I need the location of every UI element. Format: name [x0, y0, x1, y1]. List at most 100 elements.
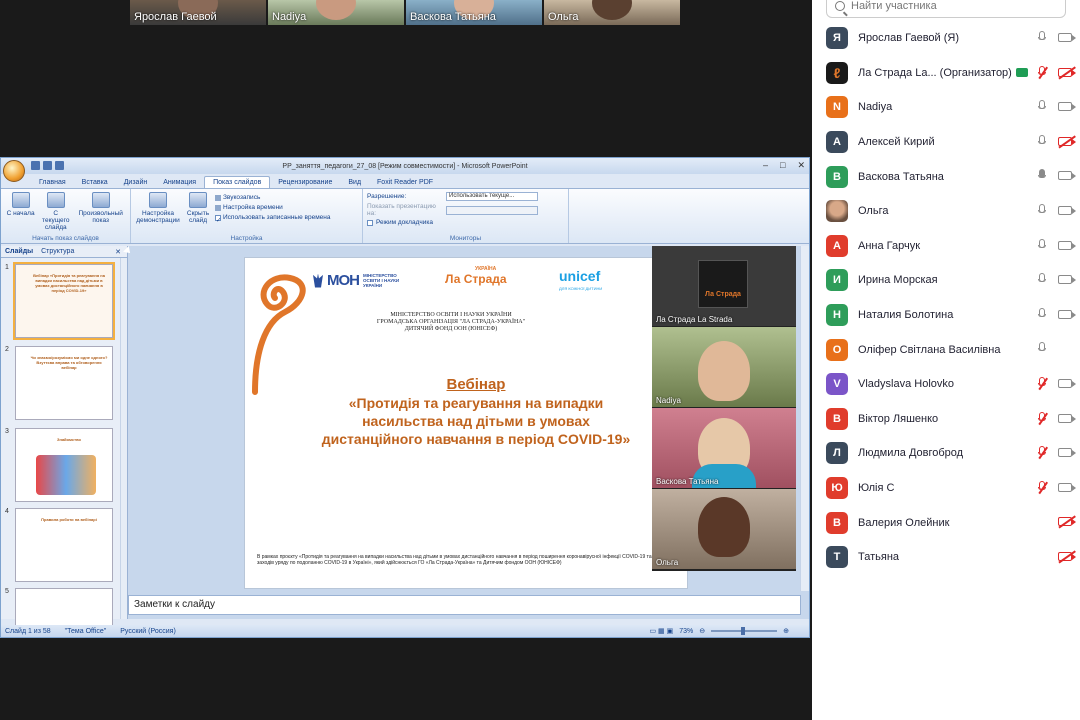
office-button[interactable] — [3, 160, 25, 182]
camera-icon[interactable] — [1058, 309, 1076, 319]
camera-off-icon[interactable] — [1058, 136, 1076, 146]
participant-row[interactable]: Ю Юлія С — [812, 471, 1080, 506]
from-start-button[interactable]: С начала — [5, 192, 36, 233]
slide-notes[interactable]: Заметки к слайду — [128, 595, 801, 615]
minimize-icon[interactable]: – — [763, 160, 768, 171]
zoom-level[interactable]: 73% — [679, 628, 693, 635]
mic-icon[interactable] — [1038, 31, 1046, 44]
gallery-tile[interactable]: Ярослав Гаевой — [130, 0, 266, 25]
tab-animation[interactable]: Анимация — [155, 177, 204, 188]
redo-icon[interactable] — [55, 161, 64, 170]
search-input[interactable]: Найти участника — [851, 0, 937, 12]
camera-icon[interactable] — [1058, 171, 1076, 181]
participant-row[interactable]: Я Ярослав Гаевой (Я) — [812, 21, 1080, 56]
mic-icon[interactable] — [1038, 100, 1046, 113]
view-buttons[interactable]: ▭ ▦ ▣ — [650, 627, 674, 635]
tab-home[interactable]: Главная — [31, 177, 74, 188]
participant-row[interactable]: Н Наталия Болотина — [812, 298, 1080, 333]
tab-view[interactable]: Вид — [340, 177, 369, 188]
tab-slides[interactable]: Слайды — [5, 248, 33, 255]
camera-icon[interactable] — [1058, 205, 1076, 215]
participant-row[interactable]: Т Татьяна — [812, 540, 1080, 575]
use-timings-checkbox[interactable]: ✓ Использовать записанные времена — [215, 214, 331, 224]
mic-muted-icon[interactable] — [1038, 411, 1046, 425]
hide-slide-button[interactable]: Скрыть слайд — [185, 192, 211, 233]
slide-scrollbar[interactable] — [800, 246, 809, 591]
shared-screen-area: Ярослав Гаевой Nadiya Васкова Татьяна Ол… — [0, 0, 812, 720]
setup-show-button[interactable]: Настройка демонстрации — [135, 192, 181, 233]
participant-row[interactable]: В Віктор Ляшенко — [812, 402, 1080, 437]
resolution-select[interactable]: Использовать текуще... — [446, 192, 538, 201]
record-narration-button[interactable]: Звукозапись — [215, 194, 331, 201]
mic-icon[interactable] — [1038, 342, 1046, 355]
participant-row[interactable]: И Ирина Морская — [812, 263, 1080, 298]
from-current-button[interactable]: С текущего слайда — [40, 192, 71, 233]
presenter-view-checkbox[interactable] — [367, 219, 373, 226]
mic-muted-icon[interactable] — [1038, 65, 1046, 79]
mic-muted-icon[interactable] — [1038, 446, 1046, 459]
video-tile[interactable]: Ла Страда Ла Страда La Strada — [652, 246, 796, 326]
save-icon[interactable] — [31, 161, 40, 170]
undo-icon[interactable] — [43, 161, 52, 170]
participant-row[interactable]: А Анна Гарчук — [812, 229, 1080, 264]
zoom-in-icon[interactable]: ⊕ — [783, 627, 789, 635]
camera-off-icon[interactable] — [1058, 551, 1076, 561]
camera-icon[interactable] — [1058, 413, 1076, 423]
gallery-tile[interactable]: Nadiya — [268, 0, 404, 25]
participant-search[interactable]: Найти участника — [826, 0, 1066, 18]
current-slide[interactable]: МОН МІНІСТЕРСТВО ОСВІТИ І НАУКИ УКРАЇНИ … — [244, 257, 688, 589]
mic-muted-icon[interactable] — [1038, 376, 1046, 390]
tab-slideshow[interactable]: Показ слайдов — [204, 176, 271, 188]
participant-row[interactable]: А Алексей Кирий — [812, 125, 1080, 160]
gallery-tile[interactable]: Ольга — [544, 0, 680, 25]
mic-icon[interactable] — [1038, 307, 1046, 321]
tab-design[interactable]: Дизайн — [116, 177, 156, 188]
participant-row[interactable]: V Vladyslava Holovko — [812, 367, 1080, 402]
tab-outline[interactable]: Структура — [41, 248, 74, 255]
slide-thumbnail[interactable]: Вебінар «Протидія та реагування на випад… — [13, 262, 115, 340]
language[interactable]: Русский (Россия) — [120, 628, 176, 635]
camera-icon[interactable] — [1058, 240, 1076, 250]
video-tile[interactable]: Васкова Татьяна — [652, 408, 796, 488]
zoom-slider[interactable] — [711, 627, 778, 635]
mic-icon[interactable] — [1038, 169, 1046, 182]
mic-icon[interactable] — [1038, 203, 1046, 217]
participant-row[interactable]: В Валерия Олейник — [812, 505, 1080, 540]
gallery-tile[interactable]: Васкова Татьяна — [406, 0, 542, 25]
video-tile[interactable]: Nadiya — [652, 327, 796, 407]
slide-thumbnail[interactable]: Знайомство — [15, 428, 113, 502]
camera-icon[interactable] — [1058, 102, 1076, 112]
mic-icon[interactable] — [1038, 273, 1046, 286]
slide-thumbnail[interactable]: Чи знаємо/розуміємо ми одне одного? Взут… — [15, 346, 113, 420]
tab-review[interactable]: Рецензирование — [270, 177, 340, 188]
participant-row[interactable]: Л Людмила Довгоброд — [812, 436, 1080, 471]
camera-off-icon[interactable] — [1058, 67, 1076, 77]
mic-muted-icon[interactable] — [1038, 480, 1046, 494]
slide-thumbnail[interactable]: Правила роботи на вебінарі — [15, 508, 113, 582]
close-panel-icon[interactable]: ✕ — [115, 248, 121, 256]
participant-row[interactable]: N Nadiya — [812, 90, 1080, 125]
tab-insert[interactable]: Вставка — [74, 177, 116, 188]
camera-icon[interactable] — [1058, 33, 1076, 42]
thumbnails-scrollbar[interactable] — [120, 258, 127, 619]
mic-icon[interactable] — [1038, 238, 1046, 252]
group-label: Настройка — [230, 235, 263, 242]
maximize-icon[interactable]: □ — [780, 160, 785, 171]
mic-icon[interactable] — [1038, 134, 1046, 148]
zoom-out-icon[interactable]: ⊖ — [699, 627, 705, 635]
participant-row[interactable]: Ольга — [812, 194, 1080, 229]
tab-foxit[interactable]: Foxit Reader PDF — [369, 177, 441, 188]
custom-show-button[interactable]: Произвольный показ — [75, 192, 126, 233]
camera-icon[interactable] — [1058, 482, 1076, 492]
camera-off-icon[interactable] — [1058, 517, 1076, 527]
participant-row[interactable]: ℓ Ла Страда La... (Организатор) — [812, 56, 1080, 91]
rehearse-timings-button[interactable]: Настройка времени — [215, 204, 331, 211]
participant-name: Віктор Ляшенко — [858, 412, 939, 425]
participant-row[interactable]: В Васкова Татьяна — [812, 159, 1080, 194]
camera-icon[interactable] — [1058, 448, 1076, 458]
participant-row[interactable]: О Оліфер Світлана Василівна — [812, 332, 1080, 367]
close-icon[interactable]: ✕ — [797, 160, 805, 171]
camera-icon[interactable] — [1058, 275, 1076, 285]
video-tile[interactable]: Ольга — [652, 489, 796, 569]
camera-icon[interactable] — [1058, 378, 1076, 388]
